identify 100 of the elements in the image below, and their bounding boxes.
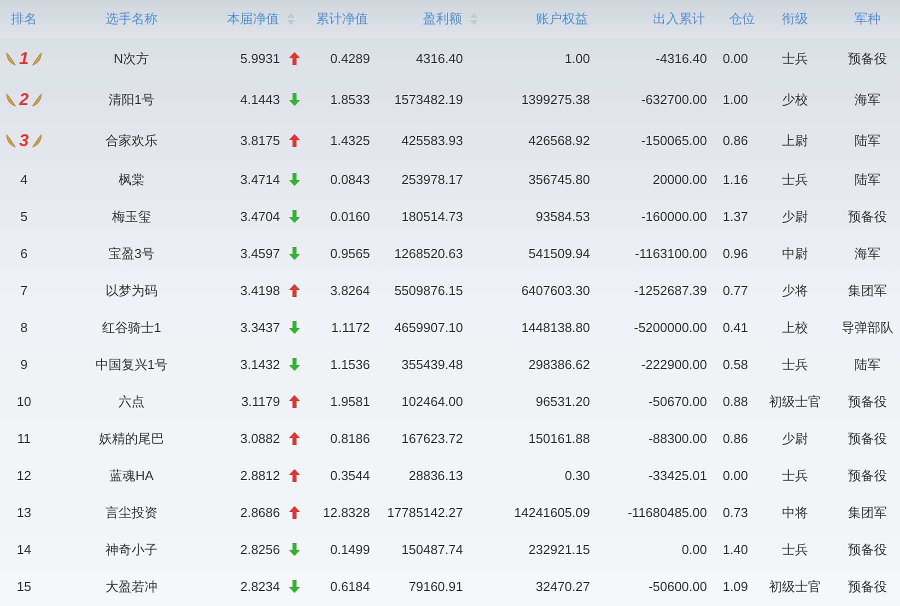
cumulative-net-value: 0.1499 bbox=[330, 540, 370, 559]
military-rank: 上校 bbox=[782, 318, 808, 337]
column-header[interactable]: 选手名称 bbox=[106, 9, 158, 29]
cumulative-net-value: 1.8533 bbox=[330, 90, 370, 109]
military-rank: 士兵 bbox=[782, 356, 808, 374]
net-value: 3.3437 bbox=[240, 318, 280, 337]
position-ratio: 1.40 bbox=[722, 540, 748, 559]
column-header[interactable]: 衔级 bbox=[782, 9, 808, 29]
military-rank: 少校 bbox=[782, 90, 808, 109]
service-branch: 预备役 bbox=[848, 430, 887, 448]
player-name: N次方 bbox=[114, 50, 150, 68]
service-branch: 陆军 bbox=[854, 356, 880, 374]
account-equity: 298386.62 bbox=[528, 356, 590, 374]
net-value: 2.8686 bbox=[240, 504, 280, 522]
position-ratio: 0.86 bbox=[722, 430, 748, 448]
player-name: 蓝魂HA bbox=[109, 466, 154, 485]
cumulative-net-value: 0.3544 bbox=[330, 466, 370, 485]
cumulative-net-value: 12.8328 bbox=[323, 504, 370, 522]
net-inflow: -4316.40 bbox=[656, 50, 707, 68]
position-ratio: 0.00 bbox=[722, 50, 748, 68]
account-equity: 541509.94 bbox=[528, 244, 590, 263]
cumulative-net-value: 0.0843 bbox=[330, 170, 370, 189]
column-header[interactable]: 累计净值 bbox=[316, 9, 368, 29]
service-branch: 导弹部队 bbox=[842, 318, 894, 337]
column-header[interactable]: 出入累计 bbox=[653, 9, 705, 29]
position-ratio: 0.58 bbox=[722, 356, 748, 374]
account-equity: 32470.27 bbox=[536, 578, 590, 596]
account-equity: 1399275.38 bbox=[521, 90, 590, 109]
net-value: 3.4714 bbox=[240, 170, 280, 189]
rank-number: 9 bbox=[20, 356, 28, 374]
account-equity: 150161.88 bbox=[528, 430, 590, 448]
rank-number: 3 bbox=[19, 132, 29, 149]
net-value: 3.4198 bbox=[240, 282, 280, 300]
rank-number: 5 bbox=[20, 208, 28, 226]
rank-number: 11 bbox=[17, 430, 31, 448]
net-inflow: -160000.00 bbox=[641, 208, 707, 226]
player-name: 枫棠 bbox=[118, 170, 144, 189]
net-inflow: -222900.00 bbox=[641, 356, 707, 374]
net-value: 3.1179 bbox=[241, 392, 280, 411]
rank-number: 13 bbox=[16, 504, 32, 522]
military-rank: 初级士官 bbox=[769, 578, 821, 596]
profit-amount: 1268520.63 bbox=[394, 244, 463, 263]
net-value: 5.9931 bbox=[240, 50, 280, 68]
service-branch: 预备役 bbox=[848, 540, 887, 559]
net-inflow: -50600.00 bbox=[648, 578, 707, 596]
net-value: 4.1443 bbox=[240, 90, 280, 109]
player-name: 清阳1号 bbox=[108, 90, 155, 109]
rank-number: 7 bbox=[20, 282, 28, 300]
position-ratio: 0.77 bbox=[722, 282, 748, 300]
net-inflow: 0.00 bbox=[682, 540, 707, 559]
service-branch: 陆军 bbox=[854, 132, 880, 150]
rank-number: 15 bbox=[16, 578, 32, 596]
column-header[interactable]: 盈利额 bbox=[423, 9, 462, 29]
laurel-icon bbox=[30, 50, 43, 68]
position-ratio: 0.86 bbox=[722, 132, 748, 150]
laurel-icon bbox=[30, 90, 43, 108]
profit-amount: 4316.40 bbox=[416, 50, 463, 68]
account-equity: 1448138.80 bbox=[521, 318, 590, 337]
player-name: 合家欢乐 bbox=[106, 132, 158, 150]
column-header[interactable]: 排名 bbox=[11, 9, 37, 29]
laurel-icon bbox=[5, 132, 18, 150]
rank-number: 14 bbox=[16, 540, 32, 559]
military-rank: 上尉 bbox=[782, 132, 808, 150]
position-ratio: 1.37 bbox=[722, 208, 748, 226]
military-rank: 士兵 bbox=[782, 50, 808, 68]
military-rank: 士兵 bbox=[782, 466, 808, 485]
service-branch: 预备役 bbox=[848, 392, 887, 411]
net-inflow: -632700.00 bbox=[641, 90, 707, 109]
net-inflow: -33425.01 bbox=[648, 466, 707, 485]
military-rank: 士兵 bbox=[782, 540, 808, 559]
service-branch: 陆军 bbox=[854, 170, 880, 189]
profit-amount: 17785142.27 bbox=[387, 504, 463, 522]
military-rank: 中尉 bbox=[782, 244, 808, 263]
cumulative-net-value: 3.8264 bbox=[330, 282, 370, 300]
profit-amount: 180514.73 bbox=[402, 208, 463, 226]
account-equity: 0.30 bbox=[564, 466, 590, 485]
position-ratio: 0.73 bbox=[722, 504, 748, 522]
service-branch: 海军 bbox=[854, 244, 880, 263]
service-branch: 集团军 bbox=[848, 504, 887, 522]
profit-amount: 1573482.19 bbox=[394, 90, 463, 109]
rank-number: 8 bbox=[20, 318, 28, 337]
rank-number: 10 bbox=[16, 392, 32, 411]
column-header[interactable]: 本届净值 bbox=[227, 9, 279, 29]
rank-number: 1 bbox=[19, 50, 29, 67]
column-header[interactable]: 军种 bbox=[854, 9, 880, 29]
column-header[interactable]: 仓位 bbox=[729, 9, 755, 29]
service-branch: 预备役 bbox=[848, 578, 887, 596]
rank-number: 2 bbox=[19, 91, 29, 108]
net-value: 3.8175 bbox=[240, 132, 280, 150]
military-rank: 少尉 bbox=[782, 430, 808, 448]
service-branch: 预备役 bbox=[848, 50, 887, 68]
laurel-icon bbox=[5, 90, 18, 108]
profit-amount: 253978.17 bbox=[402, 170, 463, 189]
profit-amount: 150487.74 bbox=[402, 540, 463, 559]
cumulative-net-value: 0.8186 bbox=[330, 430, 370, 448]
service-branch: 海军 bbox=[854, 90, 880, 109]
cumulative-net-value: 1.4325 bbox=[330, 132, 370, 150]
column-header[interactable]: 账户权益 bbox=[536, 9, 588, 29]
cumulative-net-value: 1.1536 bbox=[330, 356, 370, 374]
net-inflow: -11680485.00 bbox=[628, 504, 707, 522]
